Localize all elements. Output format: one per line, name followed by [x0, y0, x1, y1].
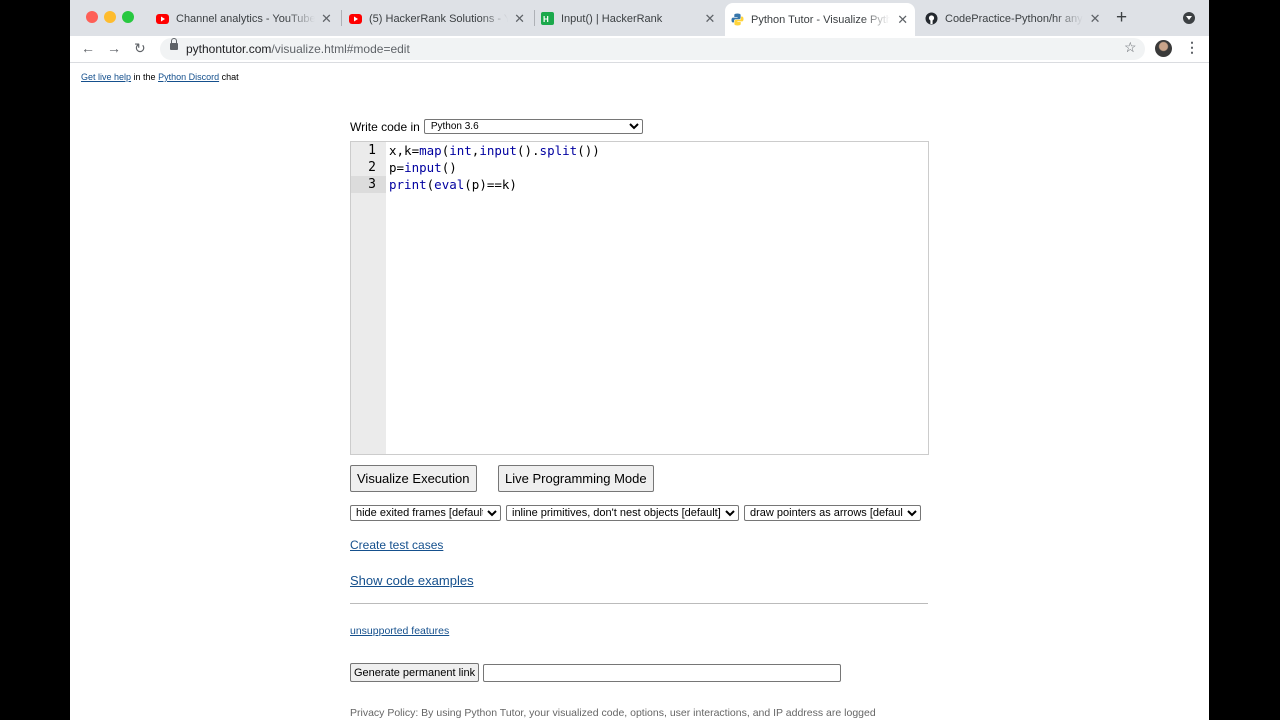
tab-hackerrank-solutions[interactable]: (5) HackerRank Solutions - YouTube ✕ [349, 5, 525, 32]
line-number-current: 3 [351, 176, 386, 193]
tab-title: Input() | HackerRank [561, 12, 663, 25]
browser-window: Channel analytics - YouTube Studio ✕ (5)… [70, 0, 1209, 720]
generate-permalink-button[interactable]: Generate permanent link [350, 663, 480, 682]
tab-python-tutor[interactable]: Python Tutor - Visualize Python ✕ [725, 3, 915, 36]
tab-hackerrank-input[interactable]: H Input() | HackerRank ✕ [541, 5, 717, 32]
close-tab-icon[interactable]: ✕ [514, 11, 525, 27]
url-path: /visualize.html#mode=edit [271, 42, 410, 56]
back-arrow-icon[interactable]: ← [81, 40, 95, 56]
browser-menu-icon[interactable]: ⋮ [1185, 39, 1199, 56]
tab-divider [534, 10, 535, 26]
close-tab-icon[interactable]: ✕ [896, 12, 909, 28]
visualize-execution-button[interactable]: Visualize Execution [350, 465, 477, 492]
primitives-select[interactable]: inline primitives, don't nest objects [d… [506, 505, 739, 521]
code-line-2[interactable]: p=input() [389, 159, 457, 176]
code-line-1[interactable]: x,k=map(int,input().split()) [389, 142, 600, 159]
tab-title: Channel analytics - YouTube Studio [176, 12, 315, 25]
address-bar[interactable]: pythontutor.com/visualize.html#mode=edit [160, 38, 1145, 60]
language-select[interactable]: Python 3.6 [423, 119, 643, 134]
privacy-policy-text: Privacy Policy: By using Python Tutor, y… [350, 707, 876, 719]
bookmark-star-icon[interactable]: ☆ [1124, 39, 1137, 56]
permalink-field[interactable] [483, 663, 842, 682]
tab-title: (5) HackerRank Solutions - YouTube [369, 12, 509, 25]
close-window-button[interactable] [86, 11, 98, 23]
tab-title: Python Tutor - Visualize Python [751, 13, 891, 26]
close-tab-icon[interactable]: ✕ [1089, 11, 1101, 27]
options-row: hide exited frames [default] inline prim… [350, 505, 926, 521]
browser-toolbar: ← → ↻ pythontutor.com/visualize.html#mod… [70, 36, 1209, 63]
live-help-link[interactable]: Get live help [81, 72, 131, 82]
write-code-label: Write code in [350, 119, 420, 134]
svg-text:H: H [543, 15, 549, 24]
youtube-icon [156, 12, 169, 25]
divider [350, 603, 928, 604]
tab-youtube-studio[interactable]: Channel analytics - YouTube Studio ✕ [156, 5, 332, 32]
create-test-cases-link[interactable]: Create test cases [350, 538, 443, 552]
minimize-window-button[interactable] [104, 11, 116, 23]
lock-icon[interactable] [170, 38, 178, 50]
page-content: Get live help in the Python Discord chat… [70, 63, 1209, 720]
url-text[interactable]: pythontutor.com/visualize.html#mode=edit [186, 42, 410, 56]
unsupported-features-link[interactable]: unsupported features [350, 625, 449, 637]
language-row: Write code in Python 3.6 [350, 119, 643, 134]
tab-github-codepractice[interactable]: CodePractice-Python/hr any or all ✕ [925, 5, 1101, 32]
youtube-icon [349, 12, 362, 25]
tab-strip: Channel analytics - YouTube Studio ✕ (5)… [70, 0, 1209, 36]
live-programming-button[interactable]: Live Programming Mode [498, 465, 654, 492]
line-number-gutter: 1 2 3 [351, 142, 386, 454]
new-tab-button[interactable]: + [1116, 8, 1127, 28]
github-icon [925, 12, 938, 25]
pointers-select[interactable]: draw pointers as arrows [default] [744, 505, 921, 521]
python-icon [731, 13, 744, 26]
line-number: 2 [368, 160, 376, 175]
permalink-row: Generate permanent link [350, 663, 842, 682]
reload-icon[interactable]: ↻ [134, 40, 146, 57]
help-line: Get live help in the Python Discord chat [81, 72, 239, 82]
line-number: 1 [368, 143, 376, 158]
maximize-window-button[interactable] [122, 11, 134, 23]
close-tab-icon[interactable]: ✕ [703, 11, 717, 27]
frames-select[interactable]: hide exited frames [default] [350, 505, 501, 521]
python-discord-link[interactable]: Python Discord [158, 72, 219, 82]
tab-search-icon[interactable] [1183, 12, 1195, 24]
forward-arrow-icon[interactable]: → [107, 40, 121, 56]
tab-divider [341, 10, 342, 26]
profile-avatar[interactable] [1155, 40, 1172, 57]
url-host: pythontutor.com [186, 42, 272, 56]
help-text: in the [131, 72, 159, 82]
code-editor[interactable]: 1 2 3 x,k=map(int,input().split()) p=inp… [350, 141, 929, 495]
code-line-3[interactable]: print(eval(p)==k) [389, 176, 517, 193]
show-code-examples-link[interactable]: Show code examples [350, 573, 474, 588]
tab-title: CodePractice-Python/hr any or all [945, 12, 1083, 25]
close-tab-icon[interactable]: ✕ [321, 11, 332, 27]
help-text-end: chat [219, 72, 239, 82]
hackerrank-icon: H [541, 12, 554, 25]
